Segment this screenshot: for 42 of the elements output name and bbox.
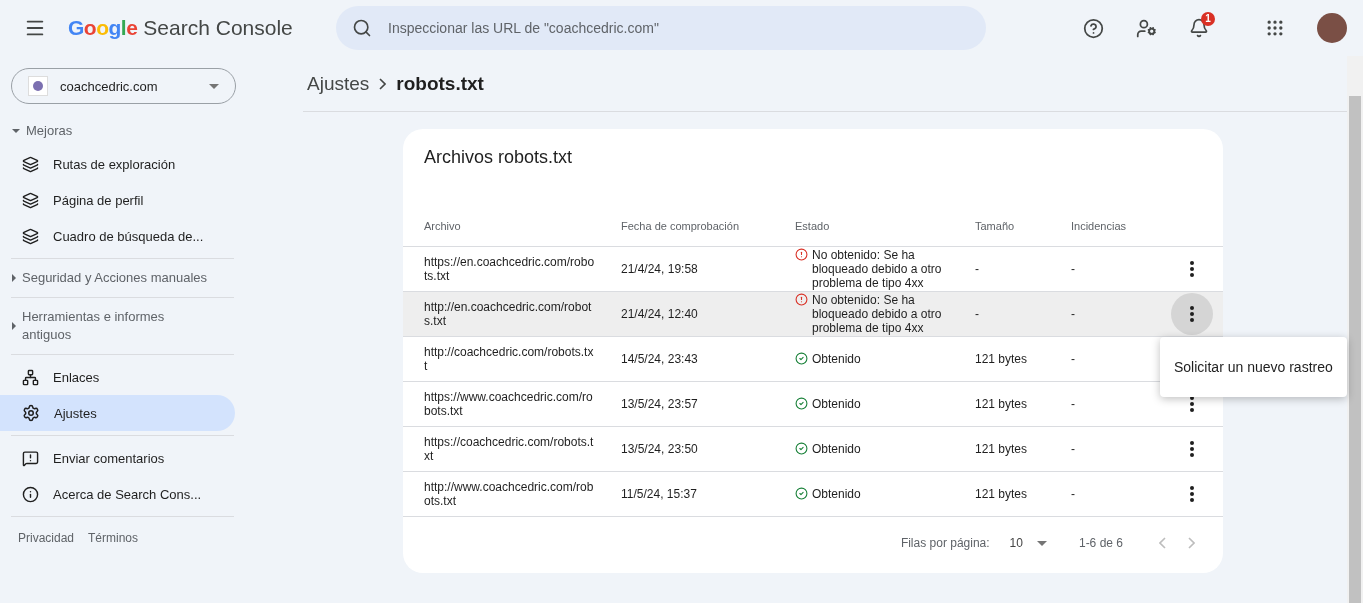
status-text: No obtenido: Se ha bloqueado debido a otro problema de tipo 4xx (812, 293, 943, 335)
breadcrumb-current: robots.txt (396, 72, 484, 95)
google-logo: Google (68, 16, 138, 40)
card-title: Archivos robots.txt (423, 146, 574, 169)
size-cell-text: 121 bytes (975, 487, 1029, 501)
issues-cell-text: - (1071, 397, 1076, 411)
file-url: https://en.coachcedric.com/robots.txt (424, 255, 596, 283)
file-url: https://coachcedric.com/robots.txt (424, 435, 595, 463)
file-url: http://www.coachcedric.com/robots.txt (424, 480, 595, 508)
issues-cell-text: - (1071, 262, 1076, 276)
notification-badge: 1 (1201, 12, 1215, 26)
column-header: Archivo (424, 220, 462, 232)
file-url: https://www.coachcedric.com/robots.txt (424, 390, 594, 418)
size-cell-text: 121 bytes (975, 352, 1029, 366)
size-cell-text: 121 bytes (975, 397, 1029, 411)
size-cell-text: 121 bytes (975, 442, 1029, 456)
status-text: Obtenido (812, 397, 861, 411)
file-url: http://en.coachcedric.com/robots.txt (424, 300, 593, 328)
rows-per-page-label: Filas por página: (900, 536, 990, 550)
status-text: Obtenido (812, 352, 861, 366)
column-header: Tamaño (975, 220, 1016, 232)
date-cell-text: 13/5/24, 23:57 (621, 397, 699, 411)
product-name: Search Console (143, 16, 293, 40)
size-cell-text: - (975, 307, 980, 321)
date-cell-text: 14/5/24, 23:43 (621, 352, 699, 366)
issues-cell-text: - (1071, 352, 1076, 366)
size-cell-text: - (975, 262, 980, 276)
page-range: 1-6 de 6 (1078, 536, 1123, 550)
status-text: No obtenido: Se ha bloqueado debido a otro problema de tipo 4xx (812, 248, 943, 290)
issues-cell-text: - (1071, 442, 1076, 456)
status-text: Obtenido (812, 487, 861, 501)
date-cell-text: 13/5/24, 23:50 (621, 442, 699, 456)
date-cell-text: 11/5/24, 15:37 (621, 487, 698, 501)
date-cell-text: 21/4/24, 19:58 (621, 262, 699, 276)
file-url: http://coachcedric.com/robots.txt (424, 345, 595, 373)
status-text: Obtenido (812, 442, 861, 456)
column-header: Estado (795, 220, 831, 232)
issues-cell-text: - (1071, 487, 1076, 501)
issues-cell-text: - (1071, 307, 1076, 321)
column-header: Incidencias (1071, 220, 1128, 232)
column-header: Fecha de comprobación (621, 220, 740, 232)
date-cell-text: 21/4/24, 12:40 (621, 307, 699, 321)
